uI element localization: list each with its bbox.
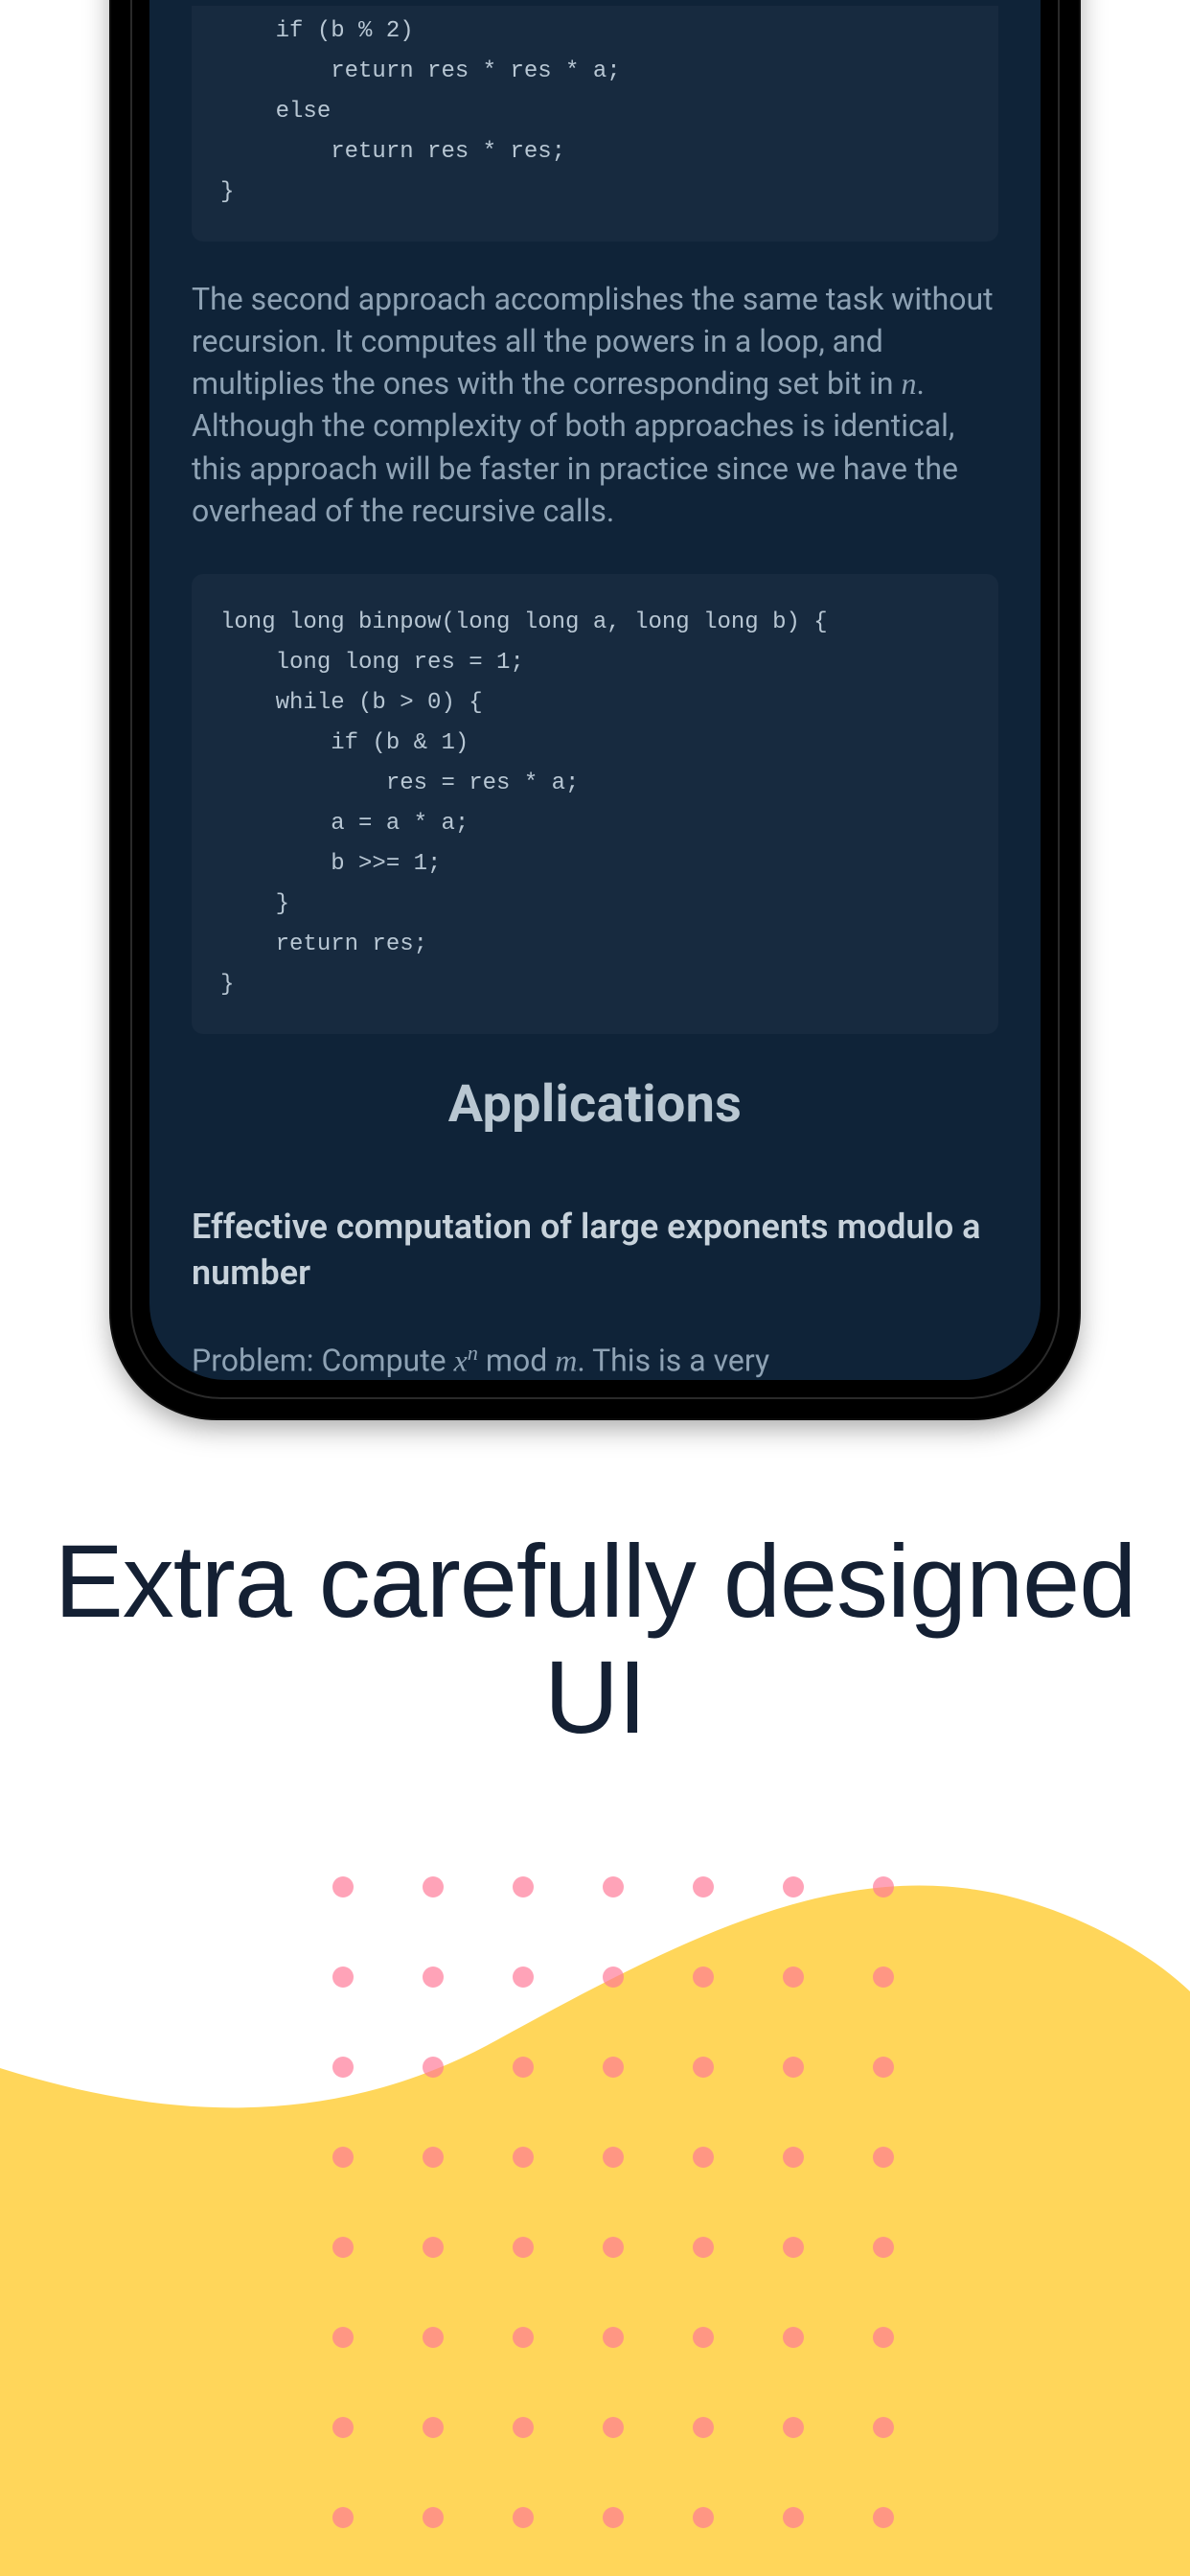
partial-pre: Problem: Compute <box>192 1343 454 1379</box>
dot-icon <box>513 2057 534 2078</box>
dot-icon <box>513 1876 534 1898</box>
dot-icon <box>693 1876 714 1898</box>
section-heading-applications: Applications <box>192 1070 998 1140</box>
paragraph-text-pre: The second approach accomplishes the sam… <box>192 281 994 402</box>
paragraph-problem-partial: Problem: Compute xn mod m. This is a ver… <box>192 1339 998 1380</box>
dot-icon <box>603 1876 624 1898</box>
dot-icon <box>873 1876 894 1898</box>
dot-icon <box>423 2327 444 2348</box>
dot-icon <box>332 1876 354 1898</box>
dot-icon <box>783 2237 804 2258</box>
dot-icon <box>513 1966 534 1988</box>
dot-icon <box>603 2327 624 2348</box>
dot-icon <box>693 2417 714 2438</box>
dot-icon <box>873 1966 894 1988</box>
math-variable-x: x <box>454 1344 468 1378</box>
dot-icon <box>513 2237 534 2258</box>
dot-icon <box>513 2417 534 2438</box>
dot-icon <box>513 2507 534 2528</box>
paragraph-iterative-explanation: The second approach accomplishes the sam… <box>192 278 998 532</box>
code-block-recursive[interactable]: if (b % 2) return res * res * a; else re… <box>192 6 998 242</box>
dot-icon <box>873 2417 894 2438</box>
dot-icon <box>603 2507 624 2528</box>
dot-icon <box>603 2147 624 2168</box>
promo-canvas: if (b % 2) return res * res * a; else re… <box>0 0 1190 2576</box>
dot-icon <box>603 2417 624 2438</box>
dot-icon <box>693 2147 714 2168</box>
dot-icon <box>603 2057 624 2078</box>
dot-icon <box>873 2237 894 2258</box>
subheading-large-exponents: Effective computation of large exponents… <box>192 1204 998 1297</box>
dot-icon <box>783 1966 804 1988</box>
dot-icon <box>783 2147 804 2168</box>
dot-icon <box>332 2417 354 2438</box>
promo-headline: Extra carefully designed UI <box>0 1524 1190 1756</box>
dot-icon <box>873 2327 894 2348</box>
math-superscript-n: n <box>468 1341 478 1365</box>
dot-icon <box>603 2237 624 2258</box>
math-variable-n: n <box>902 366 917 401</box>
partial-post: . This is a very <box>577 1343 769 1379</box>
dot-icon <box>423 2237 444 2258</box>
dot-icon <box>693 2057 714 2078</box>
dot-icon <box>423 1876 444 1898</box>
phone-screen[interactable]: if (b % 2) return res * res * a; else re… <box>149 0 1041 1380</box>
dot-icon <box>423 2147 444 2168</box>
dot-icon <box>423 2057 444 2078</box>
dot-icon <box>693 2327 714 2348</box>
dot-icon <box>693 2237 714 2258</box>
dot-icon <box>693 2507 714 2528</box>
dot-icon <box>332 2147 354 2168</box>
dot-icon <box>513 2327 534 2348</box>
dot-icon <box>423 2507 444 2528</box>
dot-icon <box>513 2147 534 2168</box>
code-block-iterative[interactable]: long long binpow(long long a, long long … <box>192 574 998 1034</box>
dot-icon <box>332 2327 354 2348</box>
dot-icon <box>873 2147 894 2168</box>
dot-icon <box>603 1966 624 1988</box>
dot-icon <box>332 2057 354 2078</box>
article-content[interactable]: if (b % 2) return res * res * a; else re… <box>149 6 1041 1380</box>
dot-icon <box>332 2237 354 2258</box>
dot-icon <box>783 2507 804 2528</box>
dot-icon <box>783 2327 804 2348</box>
dot-icon <box>873 2057 894 2078</box>
dot-icon <box>332 1966 354 1988</box>
dot-icon <box>332 2507 354 2528</box>
dot-icon <box>783 2057 804 2078</box>
dot-icon <box>693 1966 714 1988</box>
decorative-dot-grid <box>332 1876 894 2576</box>
dot-icon <box>873 2507 894 2528</box>
dot-icon <box>783 1876 804 1898</box>
phone-frame: if (b % 2) return res * res * a; else re… <box>111 0 1079 1418</box>
math-variable-m: m <box>555 1344 577 1378</box>
dot-icon <box>423 2417 444 2438</box>
partial-mid: mod <box>478 1343 555 1379</box>
dot-icon <box>423 1966 444 1988</box>
dot-icon <box>783 2417 804 2438</box>
